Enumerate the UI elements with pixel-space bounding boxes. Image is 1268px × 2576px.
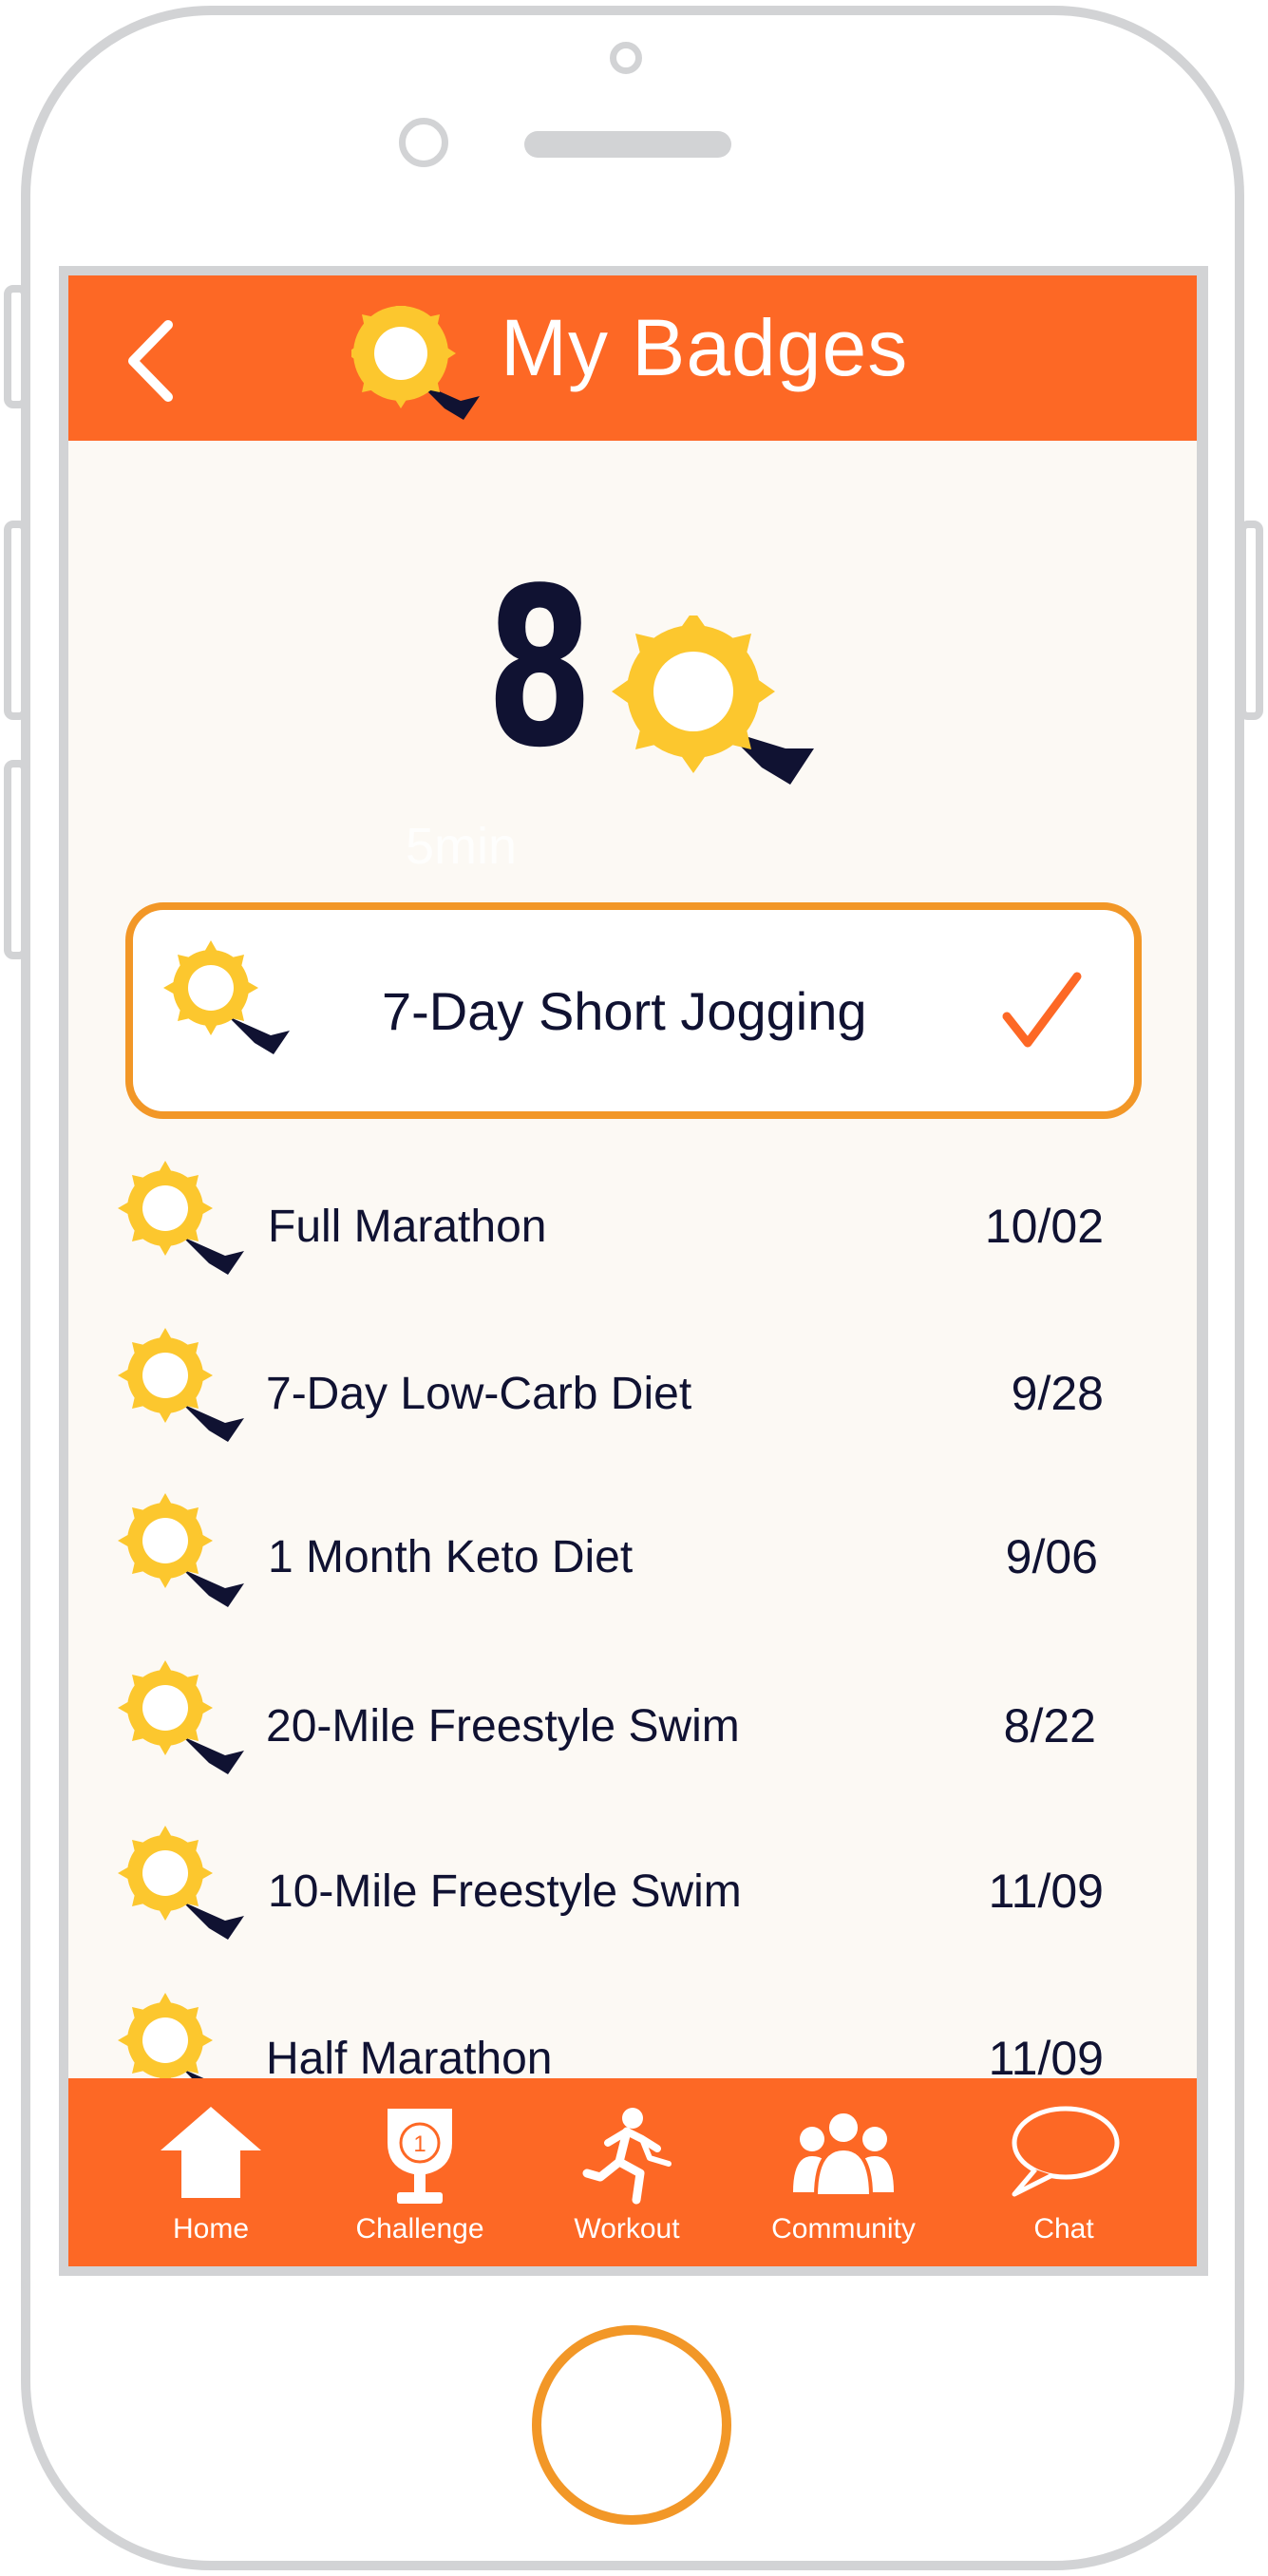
checkmark-icon [1002,972,1082,1048]
tab-workout[interactable]: Workout [532,2078,722,2266]
speaker-grille [524,131,731,158]
badge-icon [118,1161,244,1275]
page-title: My Badges [501,303,909,392]
badge-label: Full Marathon [268,1202,547,1252]
list-item[interactable]: 10-Mile Freestyle Swim 11/09 [68,1826,1197,1959]
featured-badge-label: 7-Day Short Jogging [382,981,867,1041]
badge-label: Half Marathon [266,2034,553,2084]
volume-down-button [4,760,28,959]
badge-date: 9/06 [1005,1530,1098,1583]
chat-bubble-icon [1012,2106,1120,2197]
svg-text:1: 1 [413,2131,426,2157]
list-item[interactable]: 7-Day Low-Carb Diet 9/28 [68,1328,1197,1461]
badge-date: 9/28 [1011,1367,1104,1420]
tab-label: Home [172,2213,250,2245]
trophy-icon: 1 [388,2109,452,2204]
list-item[interactable]: 20-Mile Freestyle Swim 8/22 [68,1660,1197,1793]
home-hardware-button[interactable] [532,2325,731,2525]
tab-challenge[interactable]: 1 Challenge [325,2078,515,2266]
home-icon [161,2107,261,2198]
badge-icon [118,1328,244,1442]
tab-community[interactable]: Community [739,2078,948,2266]
badge-icon [351,306,480,420]
power-button [1239,521,1263,720]
bottom-tab-bar: Home 1 Challenge Workout Community Chat [68,2078,1197,2266]
volume-up-button [4,521,28,720]
badge-label: 10-Mile Freestyle Swim [268,1866,742,1917]
front-camera [399,118,448,167]
badge-count: 8 [486,542,594,796]
list-item[interactable]: 1 Month Keto Diet 9/06 [68,1493,1197,1626]
badge-date: 10/02 [984,1200,1104,1253]
badge-label: 20-Mile Freestyle Swim [266,1701,740,1752]
badge-icon [163,940,290,1054]
badge-icon [118,1660,244,1774]
badge-date: 11/09 [988,1865,1104,1918]
large-badge-icon [612,616,814,785]
badge-label: 1 Month Keto Diet [268,1532,634,1582]
back-chevron-icon [128,320,173,402]
badge-label: 7-Day Low-Carb Diet [266,1369,692,1419]
screen: My Badges 8 5min 7-Day Short Jogging Ful… [68,275,1197,2266]
faint-duration-text: 5min [406,818,518,875]
tab-home[interactable]: Home [116,2078,306,2266]
badge-icon [118,1826,244,1940]
tab-label: Chat [1033,2213,1094,2245]
tab-label: Challenge [355,2213,484,2245]
badge-date: 8/22 [1003,1699,1096,1752]
camera-dot [610,42,642,74]
tab-chat[interactable]: Chat [969,2078,1159,2266]
tab-label: Community [771,2213,916,2245]
app-header: My Badges [68,275,1197,441]
runner-icon [582,2108,672,2205]
list-item[interactable]: Full Marathon 10/02 [68,1161,1197,1294]
tab-label: Workout [574,2213,680,2245]
community-icon [793,2110,894,2198]
mute-switch [4,285,28,408]
badge-icon [118,1493,244,1607]
back-button[interactable] [116,313,192,408]
